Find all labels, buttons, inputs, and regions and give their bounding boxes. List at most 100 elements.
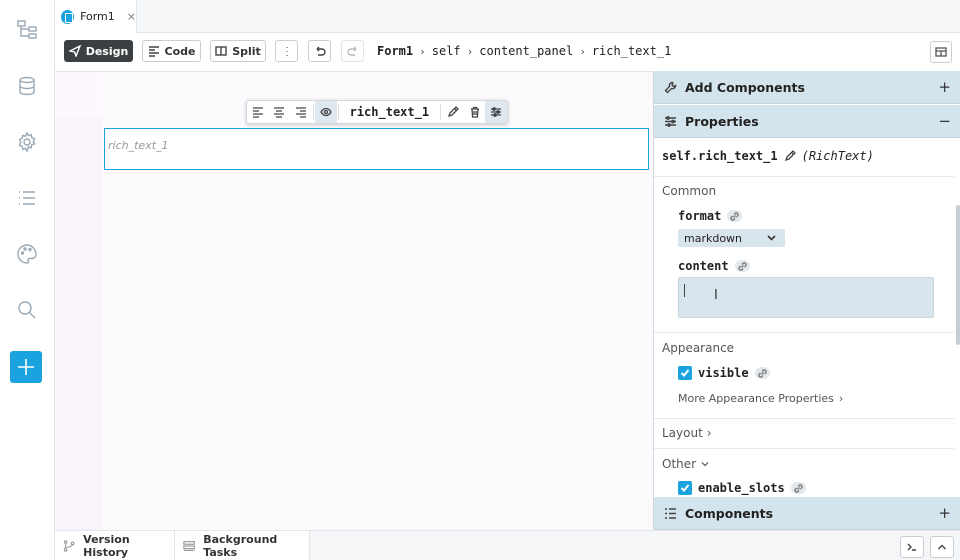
more-menu-button[interactable] (275, 40, 298, 62)
toolbar-divider (337, 104, 339, 120)
add-components-header[interactable]: Add Components + (654, 71, 960, 104)
trash-icon (470, 106, 479, 118)
property-enable-slots: enable_slots (678, 481, 806, 495)
divider (654, 332, 954, 333)
properties-button[interactable] (485, 101, 508, 123)
toolbar-divider (312, 104, 314, 120)
divider (654, 448, 954, 449)
eye-icon (320, 107, 332, 117)
canvas-gutter (55, 118, 102, 531)
chevron-right-icon: › (579, 44, 586, 58)
expand-components-button[interactable]: + (938, 504, 951, 522)
breadcrumb-item-self[interactable]: self (432, 44, 461, 58)
link-icon[interactable] (754, 367, 770, 379)
delete-button[interactable] (464, 101, 486, 123)
git-branch-icon (63, 540, 75, 552)
undo-button[interactable] (308, 40, 331, 62)
undo-icon (316, 46, 326, 56)
wrench-icon (664, 81, 677, 93)
terminal-button[interactable] (900, 536, 924, 558)
tab-form1[interactable]: Form1 × (55, 0, 137, 33)
property-format: format (678, 209, 743, 223)
breadcrumb: Form1 › self › content_panel › rich_text… (377, 44, 671, 58)
text-caret (684, 284, 685, 297)
sliders-icon (665, 115, 676, 127)
components-header[interactable]: Components + (654, 497, 960, 530)
sliders-icon (491, 107, 502, 117)
left-rail (0, 0, 55, 560)
visible-checkbox[interactable] (678, 366, 692, 380)
section-other[interactable]: Other (662, 457, 710, 471)
breadcrumb-item-form1[interactable]: Form1 (377, 44, 413, 58)
align-center-icon (274, 107, 285, 118)
more-appearance-link[interactable]: More Appearance Properties › (678, 392, 843, 405)
version-history-button[interactable]: Version History (55, 531, 175, 560)
data-icon[interactable] (10, 69, 44, 103)
toggle-panel-button[interactable] (930, 41, 952, 63)
panel-layout-icon (935, 47, 947, 57)
collapse-properties-button[interactable]: − (938, 112, 951, 130)
properties-header[interactable]: Properties − (654, 105, 960, 138)
visibility-button[interactable] (314, 101, 337, 123)
terminal-icon (907, 543, 916, 551)
split-button[interactable]: Split (210, 40, 266, 62)
link-icon[interactable] (727, 210, 743, 222)
expand-footer-button[interactable] (930, 536, 954, 558)
close-icon[interactable]: × (127, 10, 136, 23)
background-tasks-button[interactable]: Background Tasks (175, 531, 310, 560)
expand-add-components-button[interactable]: + (938, 78, 951, 96)
theme-icon[interactable] (10, 237, 44, 271)
rich-text-component[interactable]: rich_text_1 (104, 128, 649, 170)
properties-panel: Add Components + Properties − self.rich_… (653, 71, 960, 530)
ibeam-cursor-icon: I (714, 288, 718, 303)
chevron-right-icon: › (466, 44, 474, 58)
format-select[interactable]: markdown (678, 229, 785, 247)
list-icon[interactable] (10, 181, 44, 215)
tab-bar: Form1 × (55, 0, 960, 33)
property-content: content (678, 259, 750, 273)
component-name-label: rich_text_1 (349, 105, 430, 119)
tasks-icon (183, 541, 195, 551)
breadcrumb-item-rich-text[interactable]: rich_text_1 (592, 44, 671, 58)
divider (654, 418, 954, 419)
link-icon[interactable] (790, 482, 806, 494)
split-view-icon (215, 46, 227, 56)
toolbar: Design Code Split Form1 › self › content… (55, 33, 960, 71)
properties-scrollbar[interactable] (954, 137, 960, 495)
pencil-icon (447, 106, 459, 118)
kebab-icon (285, 47, 288, 56)
content-textarea[interactable]: I (678, 277, 934, 318)
design-button[interactable]: Design (64, 40, 133, 62)
align-center-button[interactable] (269, 101, 291, 123)
section-common: Common (662, 184, 717, 198)
align-left-button[interactable] (247, 101, 269, 123)
design-canvas[interactable]: rich_text_1 rich_text_1 (55, 71, 653, 531)
section-layout[interactable]: Layout › (662, 426, 712, 440)
chevron-right-icon: › (706, 426, 712, 440)
code-button[interactable]: Code (142, 40, 201, 62)
align-left-icon (252, 107, 263, 118)
scrollbar-thumb[interactable] (956, 205, 960, 345)
form-icon (61, 9, 75, 24)
redo-button[interactable] (341, 40, 364, 62)
component-floating-toolbar: rich_text_1 (246, 100, 508, 124)
app-structure-icon[interactable] (10, 12, 44, 46)
chevron-right-icon: › (838, 392, 844, 405)
pencil-icon[interactable] (784, 150, 796, 162)
link-icon[interactable] (734, 260, 750, 272)
add-icon[interactable] (10, 351, 42, 383)
breadcrumb-item-content-panel[interactable]: content_panel (479, 44, 573, 58)
object-path: self.rich_text_1 (RichText) (662, 149, 874, 163)
search-icon[interactable] (10, 293, 44, 327)
enable-slots-checkbox[interactable] (678, 481, 692, 495)
chevron-down-icon (701, 462, 709, 467)
send-icon (68, 45, 81, 57)
rename-button[interactable] (442, 101, 464, 123)
property-visible: visible (678, 366, 770, 380)
align-right-button[interactable] (290, 101, 312, 123)
redo-icon (346, 46, 356, 56)
settings-icon[interactable] (10, 125, 44, 159)
section-appearance: Appearance (662, 341, 735, 355)
tab-label: Form1 (80, 10, 115, 23)
divider (654, 176, 954, 177)
